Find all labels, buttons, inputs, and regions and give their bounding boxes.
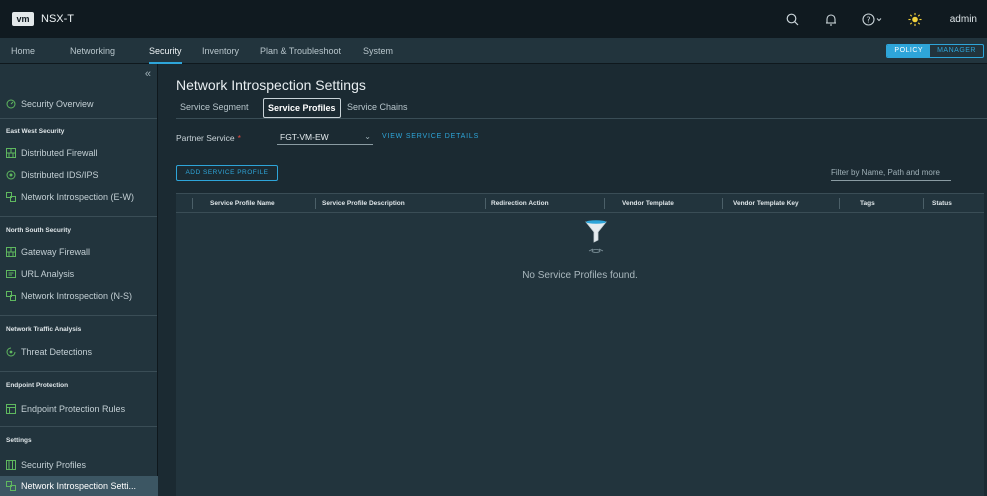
partner-service-select[interactable]: FGT-VM-EW ⌄ — [277, 130, 373, 145]
empty-state-funnel-icon — [585, 218, 607, 263]
threat-icon — [6, 347, 16, 357]
bell-icon[interactable] — [824, 12, 838, 26]
sidebar-item-url-analysis[interactable]: URL Analysis — [0, 264, 158, 284]
policy-mode-button[interactable]: POLICY — [887, 45, 931, 57]
mode-toggle: POLICY MANAGER — [886, 44, 984, 58]
column-separator — [839, 198, 840, 209]
column-separator — [485, 198, 486, 209]
url-analysis-icon — [6, 269, 16, 279]
security-profiles-icon — [6, 460, 16, 470]
column-separator — [192, 198, 193, 209]
section-heading-north-south: North South Security — [6, 227, 72, 234]
column-separator — [604, 198, 605, 209]
sidebar: « Security Overview East West Security D… — [0, 64, 158, 496]
sidebar-item-label: Endpoint Protection Rules — [21, 404, 126, 414]
sidebar-item-label: Threat Detections — [21, 347, 93, 357]
nav-security[interactable]: Security — [149, 38, 182, 64]
sidebar-item-label: Network Introspection (N-S) — [21, 291, 133, 301]
tab-service-segment[interactable]: Service Segment — [176, 98, 253, 118]
theme-sun-icon[interactable] — [908, 12, 922, 26]
chevron-down-icon: ⌄ — [364, 132, 371, 141]
nav-inventory[interactable]: Inventory — [202, 38, 239, 64]
sidebar-item-label: Network Introspection (E-W) — [21, 192, 135, 202]
sidebar-divider — [0, 118, 157, 119]
partner-service-value: FGT-VM-EW — [280, 132, 329, 142]
sidebar-item-label: Security Overview — [21, 99, 94, 109]
column-header-service-profile-name[interactable]: Service Profile Name — [210, 194, 275, 213]
column-separator — [923, 198, 924, 209]
add-service-profile-button[interactable]: ADD SERVICE PROFILE — [176, 165, 278, 181]
help-icon[interactable]: ? — [862, 12, 884, 26]
sidebar-divider — [0, 371, 157, 372]
firewall-icon — [6, 247, 16, 257]
sidebar-divider — [0, 315, 157, 316]
top-header: vm NSX-T ? admin — [0, 0, 987, 38]
column-separator — [315, 198, 316, 209]
column-header-redirection-action[interactable]: Redirection Action — [491, 194, 549, 213]
view-service-details-link[interactable]: VIEW SERVICE DETAILS — [382, 133, 479, 140]
endpoint-icon — [6, 404, 16, 414]
required-marker: * — [237, 133, 241, 143]
empty-state-message: No Service Profiles found. — [522, 270, 638, 281]
nav-networking[interactable]: Networking — [70, 38, 115, 64]
sidebar-item-endpoint-protection-rules[interactable]: Endpoint Protection Rules — [0, 399, 158, 419]
sidebar-item-security-overview[interactable]: Security Overview — [0, 94, 158, 114]
section-heading-east-west: East West Security — [6, 128, 65, 135]
vmware-logo: vm — [12, 12, 34, 26]
section-heading-network-traffic-analysis: Network Traffic Analysis — [6, 326, 82, 333]
sidebar-item-threat-detections[interactable]: Threat Detections — [0, 342, 158, 362]
sidebar-item-label: Distributed Firewall — [21, 148, 98, 158]
network-introspection-icon — [6, 481, 16, 491]
tab-service-chains[interactable]: Service Chains — [343, 98, 412, 118]
partner-service-label: Partner Service * — [176, 133, 241, 143]
nav-system[interactable]: System — [363, 38, 393, 64]
sidebar-item-label: URL Analysis — [21, 269, 75, 279]
nav-plan-troubleshoot[interactable]: Plan & Troubleshoot — [260, 38, 341, 64]
svg-text:?: ? — [866, 15, 870, 24]
tab-service-profiles[interactable]: Service Profiles — [263, 98, 341, 118]
column-header-service-profile-description[interactable]: Service Profile Description — [322, 194, 405, 213]
column-header-vendor-template[interactable]: Vendor Template — [622, 194, 674, 213]
sidebar-item-gateway-firewall[interactable]: Gateway Firewall — [0, 242, 158, 262]
column-header-vendor-template-key[interactable]: Vendor Template Key — [733, 194, 799, 213]
nav-home[interactable]: Home — [11, 38, 35, 64]
section-heading-endpoint-protection: Endpoint Protection — [6, 382, 69, 389]
sidebar-item-label: Security Profiles — [21, 460, 87, 470]
network-introspection-icon — [6, 192, 16, 202]
sidebar-item-label: Distributed IDS/IPS — [21, 170, 99, 180]
ids-icon — [6, 170, 16, 180]
app-title: NSX-T — [41, 13, 74, 25]
sidebar-item-label: Gateway Firewall — [21, 247, 91, 257]
partner-service-text: Partner Service — [176, 133, 235, 143]
table-header: Service Profile Name Service Profile Des… — [176, 193, 984, 213]
column-separator — [722, 198, 723, 209]
sidebar-divider — [0, 216, 157, 217]
user-menu[interactable]: admin — [950, 14, 977, 25]
service-profiles-table: Service Profile Name Service Profile Des… — [176, 193, 984, 496]
sidebar-divider — [0, 426, 157, 427]
network-introspection-icon — [6, 291, 16, 301]
search-icon[interactable] — [786, 12, 800, 26]
sidebar-item-network-introspection-settings[interactable]: Network Introspection Setti... — [0, 476, 158, 496]
dashboard-icon — [6, 99, 16, 109]
column-header-tags[interactable]: Tags — [860, 194, 875, 213]
column-header-status[interactable]: Status — [932, 194, 952, 213]
section-heading-settings: Settings — [6, 437, 32, 444]
sidebar-item-network-introspection-ew[interactable]: Network Introspection (E-W) — [0, 187, 158, 207]
sidebar-item-security-profiles[interactable]: Security Profiles — [0, 455, 158, 475]
page-title: Network Introspection Settings — [176, 77, 366, 93]
main-content: Network Introspection Settings Service S… — [159, 64, 987, 496]
firewall-icon — [6, 148, 16, 158]
sidebar-item-network-introspection-ns[interactable]: Network Introspection (N-S) — [0, 286, 158, 306]
filter-input[interactable]: Filter by Name, Path and more — [831, 166, 951, 181]
tabs-divider — [176, 118, 987, 119]
sidebar-item-distributed-ids-ips[interactable]: Distributed IDS/IPS — [0, 165, 158, 185]
collapse-sidebar-icon[interactable]: « — [145, 68, 151, 80]
sidebar-item-distributed-firewall[interactable]: Distributed Firewall — [0, 143, 158, 163]
main-nav: Home Networking Security Inventory Plan … — [0, 38, 987, 64]
manager-mode-button[interactable]: MANAGER — [930, 45, 983, 57]
sidebar-item-label: Network Introspection Setti... — [21, 481, 137, 491]
